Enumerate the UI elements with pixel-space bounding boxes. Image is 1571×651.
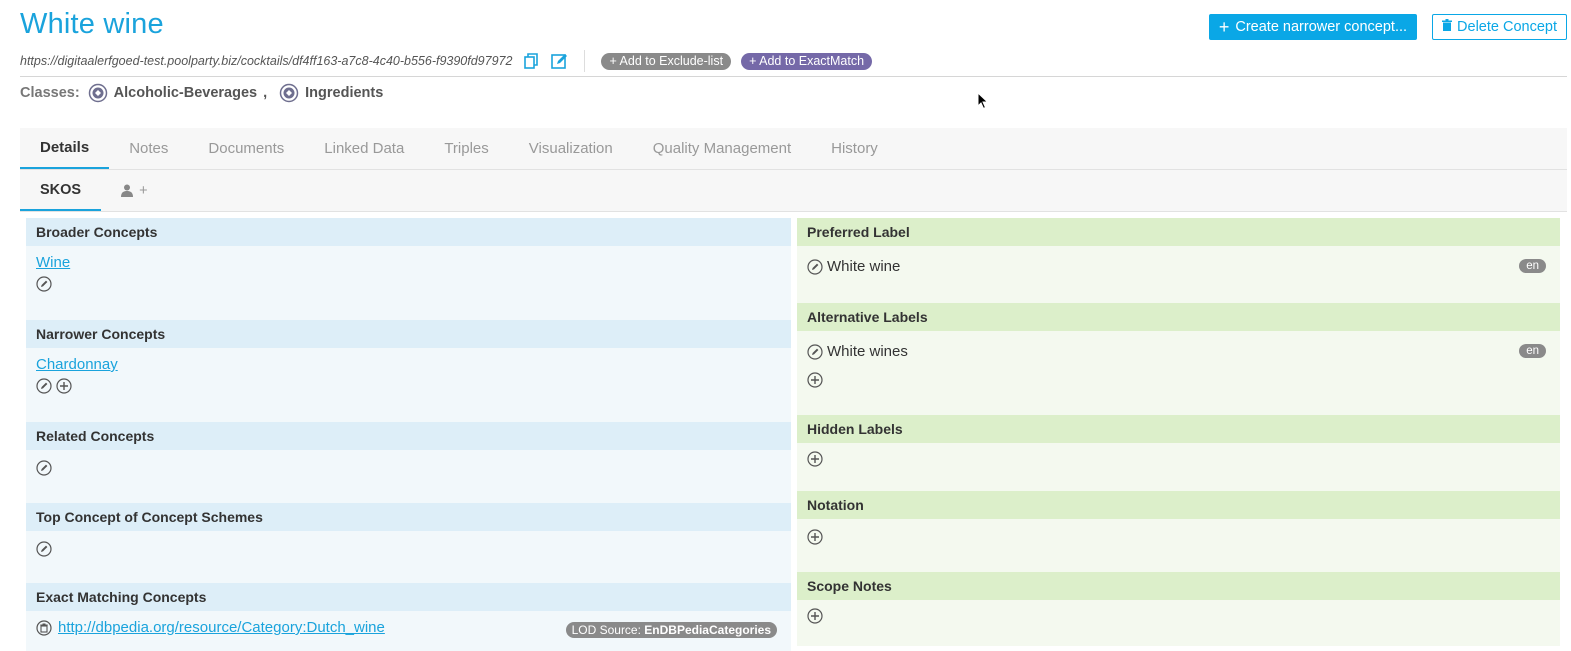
- user-icon: [121, 184, 134, 197]
- panel-title: Top Concept of Concept Schemes: [26, 503, 791, 531]
- add-symbol: +: [139, 182, 148, 199]
- delete-icon[interactable]: [36, 620, 52, 636]
- panel-title: Scope Notes: [797, 572, 1560, 600]
- edit-uri-icon[interactable]: [550, 52, 568, 70]
- panel-title: Related Concepts: [26, 422, 791, 450]
- subtab-skos[interactable]: SKOS: [20, 170, 102, 211]
- add-icon[interactable]: [807, 608, 823, 624]
- alternative-label-value: White wines: [827, 343, 908, 360]
- left-column: Broader Concepts Wine Narrower Concepts …: [26, 218, 791, 651]
- trash-icon: [1442, 19, 1453, 35]
- tab-linked-data[interactable]: Linked Data: [304, 128, 424, 169]
- panel-title: Preferred Label: [797, 218, 1560, 246]
- classes-row: Classes: Alcoholic-Beverages , Ingredien…: [20, 82, 383, 104]
- related-concepts-panel: Related Concepts: [26, 422, 791, 503]
- panel-title: Alternative Labels: [797, 303, 1560, 331]
- class-badge-icon: [88, 83, 107, 103]
- edit-icon[interactable]: [36, 378, 52, 394]
- delete-concept-button[interactable]: Delete Concept: [1432, 14, 1567, 40]
- tab-visualization[interactable]: Visualization: [509, 128, 633, 169]
- tab-documents[interactable]: Documents: [188, 128, 304, 169]
- edit-icon[interactable]: [36, 460, 52, 476]
- tab-notes[interactable]: Notes: [109, 128, 188, 169]
- narrower-concepts-panel: Narrower Concepts Chardonnay: [26, 320, 791, 422]
- divider: [584, 50, 586, 72]
- concept-uri: https://digitaalerfgoed-test.poolparty.b…: [20, 54, 513, 68]
- tab-history[interactable]: History: [811, 128, 898, 169]
- subtab-add-custom-scheme[interactable]: +: [101, 170, 167, 211]
- class-separator: ,: [263, 85, 268, 101]
- class-label: Alcoholic-Beverages: [113, 85, 258, 101]
- edit-icon[interactable]: [36, 541, 52, 557]
- preferred-label-panel: Preferred Label White wine en: [797, 218, 1560, 303]
- scope-notes-panel: Scope Notes: [797, 572, 1560, 646]
- notation-panel: Notation: [797, 491, 1560, 572]
- language-badge: en: [1519, 259, 1546, 273]
- panel-title: Notation: [797, 491, 1560, 519]
- copy-icon[interactable]: [522, 52, 540, 70]
- add-icon[interactable]: [56, 378, 72, 394]
- page-title: White wine: [20, 8, 164, 40]
- class-label: Ingredients: [305, 85, 384, 101]
- lod-source-name: EnDBPediaCategories: [644, 623, 771, 637]
- edit-icon[interactable]: [36, 276, 52, 292]
- sub-tabs: SKOS +: [20, 170, 1567, 212]
- exact-matching-panel: Exact Matching Concepts http://dbpedia.o…: [26, 583, 791, 651]
- add-icon[interactable]: [807, 372, 823, 388]
- class-badge-icon: [279, 83, 299, 103]
- language-badge: en: [1519, 344, 1546, 358]
- tab-details[interactable]: Details: [20, 128, 110, 169]
- plus-icon: +: [1218, 17, 1230, 37]
- panel-title: Hidden Labels: [797, 415, 1560, 443]
- class-item-ingredients[interactable]: Ingredients: [279, 83, 383, 103]
- tab-quality-management[interactable]: Quality Management: [633, 128, 811, 169]
- broader-concept-link[interactable]: Wine: [36, 254, 70, 271]
- edit-icon[interactable]: [807, 343, 823, 360]
- edit-icon[interactable]: [807, 258, 823, 275]
- add-icon[interactable]: [807, 529, 823, 545]
- uri-row: https://digitaalerfgoed-test.poolparty.b…: [20, 50, 1567, 72]
- add-to-exactmatch-button[interactable]: + Add to ExactMatch: [741, 52, 873, 70]
- top-actions: + Create narrower concept... Delete Conc…: [1208, 14, 1567, 40]
- mouse-cursor-icon: [977, 92, 989, 110]
- header-divider: [20, 76, 1567, 77]
- create-narrower-label: Create narrower concept...: [1235, 19, 1408, 35]
- class-item-alcoholic-beverages[interactable]: Alcoholic-Beverages: [88, 83, 257, 103]
- tab-triples[interactable]: Triples: [424, 128, 508, 169]
- broader-concepts-panel: Broader Concepts Wine: [26, 218, 791, 320]
- preferred-label-value: White wine: [827, 258, 901, 275]
- main-tabs: Details Notes Documents Linked Data Trip…: [20, 128, 1567, 170]
- panel-title: Exact Matching Concepts: [26, 583, 791, 611]
- delete-concept-label: Delete Concept: [1457, 19, 1557, 35]
- panel-title: Narrower Concepts: [26, 320, 791, 348]
- panel-title: Broader Concepts: [26, 218, 791, 246]
- classes-label: Classes:: [20, 85, 80, 101]
- lod-prefix: LOD Source:: [571, 623, 641, 637]
- top-concept-panel: Top Concept of Concept Schemes: [26, 503, 791, 583]
- add-icon[interactable]: [807, 451, 823, 467]
- right-column: Preferred Label White wine en Alternativ…: [797, 218, 1560, 646]
- add-to-exclude-list-button[interactable]: + Add to Exclude-list: [601, 52, 732, 70]
- create-narrower-concept-button[interactable]: + Create narrower concept...: [1208, 14, 1418, 40]
- exact-match-link[interactable]: http://dbpedia.org/resource/Category:Dut…: [58, 619, 385, 636]
- narrower-concept-link[interactable]: Chardonnay: [36, 356, 118, 373]
- lod-source-badge: LOD Source: EnDBPediaCategories: [565, 622, 777, 638]
- alternative-labels-panel: Alternative Labels White wines en: [797, 303, 1560, 415]
- hidden-labels-panel: Hidden Labels: [797, 415, 1560, 491]
